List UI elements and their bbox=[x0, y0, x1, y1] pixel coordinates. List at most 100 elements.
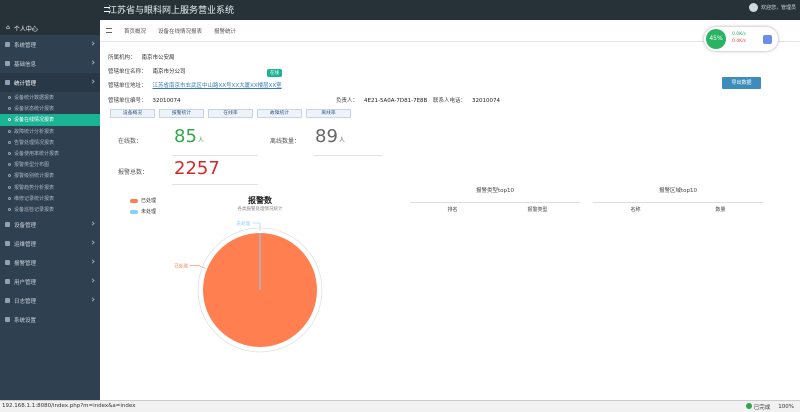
panel-title: 报警类型top10 bbox=[475, 188, 514, 194]
sidebar-subitem[interactable]: 维修记录统计报表 bbox=[0, 193, 100, 204]
user-label: 欢迎您，管理员 bbox=[760, 5, 796, 11]
info-value: 4E21-5A0A-7D81-7E8B bbox=[364, 98, 428, 104]
info-row-unit: 管辖单位名称： 南京市分公司 bbox=[108, 67, 186, 75]
sidebar-subitem[interactable]: 报警类型分布图 bbox=[0, 159, 100, 170]
chevron-icon bbox=[90, 278, 95, 283]
chevron-icon bbox=[90, 259, 95, 264]
sidebar-item-ops[interactable]: 运维管理 bbox=[0, 234, 100, 253]
sidebar-subitem[interactable]: 告警处理情况报表 bbox=[0, 137, 100, 148]
status-url: 192.168.1.1:8080/index.php?m=index&a=ind… bbox=[2, 403, 136, 409]
online-stat: 在线数： 85人 bbox=[118, 125, 258, 157]
sidebar-item-alarm[interactable]: 报警管理 bbox=[0, 253, 100, 272]
report-subtabs: 设备概况 报警统计 在线率 故障统计 离线率 bbox=[110, 109, 351, 118]
net-speeds: 0.0K/s 0.4K/s bbox=[732, 31, 746, 45]
sidebar-subitem[interactable]: 设备状态统计报表 bbox=[0, 103, 100, 114]
legend-swatch bbox=[130, 198, 138, 203]
sidebar-item-basic[interactable]: 基础信息 bbox=[0, 54, 100, 73]
address-link[interactable]: 江苏省南京市玄武区中山路XX号XX大厦XX楼层XX室 bbox=[153, 83, 282, 89]
sidebar-item-system[interactable]: 系统管理 bbox=[0, 35, 100, 54]
download-speed: 0.4K/s bbox=[732, 39, 746, 44]
alarm-count: 2257 bbox=[174, 158, 220, 179]
tab-online-report[interactable]: 设备在线情况报表 bbox=[158, 27, 202, 35]
legend-label: 未处理 bbox=[141, 209, 157, 215]
sidebar-brand[interactable]: ⌂ 个人中心 bbox=[0, 20, 100, 35]
chevron-icon bbox=[90, 240, 95, 245]
info-row-addr: 管辖单位地址： 江苏省南京市玄武区中山路XX号XX大厦XX楼层XX室 bbox=[108, 81, 282, 89]
wrench-icon bbox=[5, 241, 10, 247]
subtab-fault[interactable]: 故障统计 bbox=[257, 109, 302, 118]
subtab-alarm[interactable]: 报警统计 bbox=[159, 109, 204, 118]
legend-item[interactable]: 未处理 bbox=[130, 208, 156, 215]
bullet-icon bbox=[8, 118, 11, 122]
chevron-icon bbox=[90, 60, 95, 65]
sidebar-item-device[interactable]: 设备管理 bbox=[0, 215, 100, 234]
subtab-online-rate[interactable]: 在线率 bbox=[208, 109, 253, 118]
sidebar-item-user[interactable]: 用户管理 bbox=[0, 272, 100, 291]
divider bbox=[172, 184, 258, 185]
sidebar-brand-label: 个人中心 bbox=[13, 26, 38, 33]
subtab-overview[interactable]: 设备概况 bbox=[110, 109, 155, 118]
status-right: 已完成 100% bbox=[746, 403, 794, 411]
sidebar-item-label: 统计管理 bbox=[14, 80, 37, 87]
sidebar-item-log[interactable]: 日志管理 bbox=[0, 291, 100, 310]
log-icon bbox=[5, 298, 10, 304]
legend-swatch bbox=[130, 209, 138, 214]
online-unit: 人 bbox=[197, 137, 204, 144]
browser-status-bar: 192.168.1.1:8080/index.php?m=index&a=ind… bbox=[0, 400, 800, 412]
info-row-org: 所属机构： 南京市公安局 bbox=[108, 53, 175, 61]
menu-icon[interactable] bbox=[106, 28, 112, 33]
top-bar: 江苏省与眼科网上服务营业系统 欢迎您，管理员 bbox=[0, 0, 800, 20]
sidebar-item-settings[interactable]: 系统设置 bbox=[0, 310, 100, 329]
bullet-icon bbox=[8, 140, 11, 144]
upload-speed: 0.0K/s bbox=[732, 32, 746, 37]
avatar bbox=[748, 3, 758, 12]
col-rank: 排名 bbox=[447, 206, 458, 213]
sidebar-item-label: 系统管理 bbox=[14, 42, 37, 49]
legend-item[interactable]: 已处理 bbox=[130, 197, 156, 204]
sidebar-subitem-label: 设备使用率统计报表 bbox=[14, 151, 60, 158]
sidebar-subitem[interactable]: 设备统计数据报表 bbox=[0, 92, 100, 103]
sidebar-subitem-label: 报警级别统计报表 bbox=[14, 173, 55, 180]
tab-alarm-stats[interactable]: 报警统计 bbox=[214, 27, 236, 35]
subtab-offline-rate[interactable]: 离线率 bbox=[306, 109, 351, 118]
sidebar-subitem-label: 设备统计数据报表 bbox=[14, 95, 55, 102]
info-row-code: 管辖单位编号： 32010074 bbox=[108, 96, 181, 104]
sidebar-subitem-label: 维修记录统计报表 bbox=[14, 195, 55, 202]
info-value: 南京市公安局 bbox=[141, 55, 175, 61]
home-icon: ⌂ bbox=[6, 24, 10, 31]
gear-icon bbox=[5, 317, 10, 323]
sidebar-subitem[interactable]: 报警趋势分析报表 bbox=[0, 182, 100, 193]
sidebar-subitem-label: 告警处理情况报表 bbox=[14, 139, 55, 146]
online-count: 85人 bbox=[174, 126, 204, 147]
online-value: 85 bbox=[174, 126, 197, 147]
export-button[interactable]: 导出数据 bbox=[722, 77, 761, 89]
network-speed-widget[interactable]: 45% 0.0K/s 0.4K/s bbox=[704, 27, 778, 51]
zoom-level[interactable]: 100% bbox=[778, 404, 794, 410]
status-state: 已完成 bbox=[746, 403, 770, 411]
online-label: 在线数： bbox=[118, 138, 143, 145]
info-icon bbox=[5, 61, 10, 66]
chart-legend: 已处理 未处理 bbox=[130, 197, 156, 219]
chevron-icon bbox=[90, 297, 95, 302]
device-icon bbox=[5, 222, 10, 228]
sidebar-subitem[interactable]: 报警级别统计报表 bbox=[0, 170, 100, 181]
sidebar-subitem[interactable]: 设备巡检记录报表 bbox=[0, 204, 100, 215]
chevron-icon bbox=[90, 221, 95, 226]
bullet-icon bbox=[8, 107, 11, 111]
sidebar-subitem-active[interactable]: 设备在线情况报表 bbox=[0, 114, 100, 126]
memory-percent: 45% bbox=[706, 29, 726, 49]
sidebar-item-stats[interactable]: 统计管理 bbox=[0, 73, 100, 92]
offline-unit: 人 bbox=[338, 137, 345, 144]
alarm-area-top10-panel: 报警区域top10 名称 数量 bbox=[593, 186, 763, 215]
info-value: 32010074 bbox=[152, 98, 181, 104]
sidebar-subitem[interactable]: 故障统计分析报表 bbox=[0, 126, 100, 137]
sidebar-subitem-label: 报警类型分布图 bbox=[14, 162, 50, 169]
sidebar-item-label: 基础信息 bbox=[14, 61, 37, 68]
boost-icon[interactable] bbox=[763, 35, 772, 44]
info-label: 管辖单位地址： bbox=[108, 83, 147, 89]
sidebar-subitem[interactable]: 设备使用率统计报表 bbox=[0, 148, 100, 159]
tab-home[interactable]: 首页概况 bbox=[124, 27, 146, 35]
user-menu[interactable]: 欢迎您，管理员 bbox=[748, 3, 796, 12]
bullet-icon bbox=[8, 196, 11, 200]
sidebar-item-label: 运维管理 bbox=[14, 241, 37, 248]
